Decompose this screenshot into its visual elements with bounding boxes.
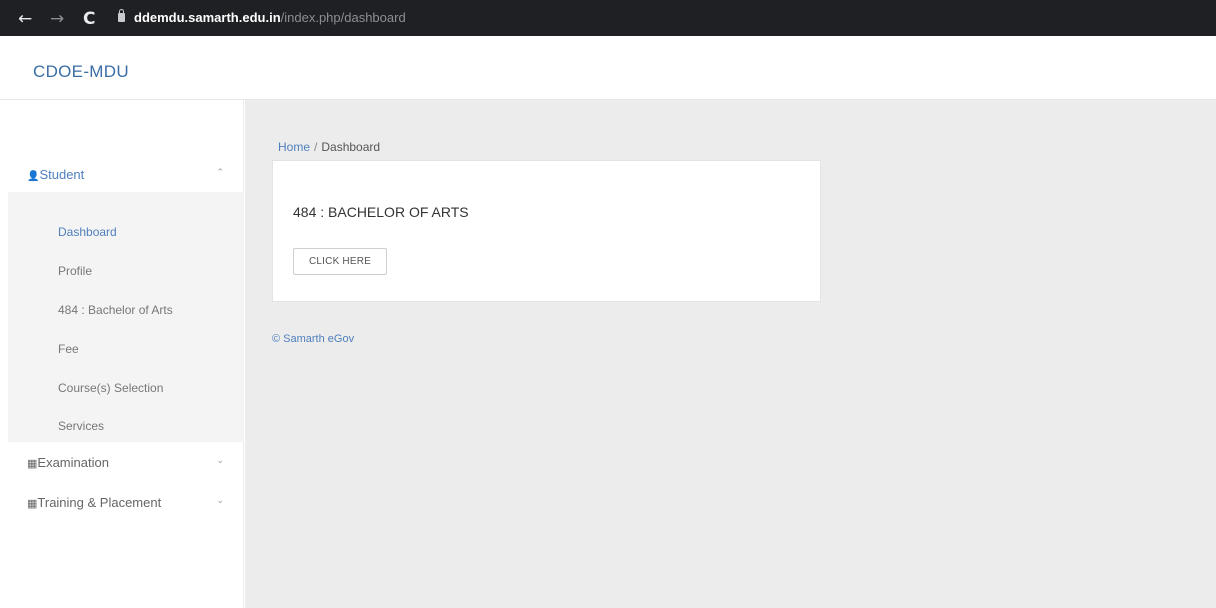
app-header: CDOE-MDU	[0, 36, 1216, 100]
back-arrow-icon[interactable]: ←	[18, 9, 32, 29]
brand-logo-text[interactable]: CDOE-MDU	[33, 62, 129, 82]
grid-icon: ▦	[27, 498, 38, 510]
sidebar-menu-training-label: Training & Placement	[37, 495, 162, 510]
student-submenu: Dashboard Profile 484 : Bachelor of Arts…	[8, 192, 244, 442]
sidebar-menu-training-placement[interactable]: ▦Training & Placement ⌄	[8, 486, 244, 520]
breadcrumb: Home / Dashboard	[278, 140, 380, 154]
lock-icon[interactable]	[118, 9, 125, 22]
forward-arrow-icon[interactable]: →	[50, 9, 64, 29]
sidebar-item-bachelor-of-arts[interactable]: 484 : Bachelor of Arts	[58, 303, 173, 317]
sidebar-item-fee[interactable]: Fee	[58, 342, 79, 356]
address-bar[interactable]: ddemdu.samarth.edu.in/index.php/dashboar…	[134, 10, 406, 25]
chevron-down-icon[interactable]: ⌄	[216, 456, 224, 466]
sidebar-item-services[interactable]: Services	[58, 419, 104, 433]
breadcrumb-separator: /	[314, 140, 318, 154]
footer-link[interactable]: © Samarth eGov	[272, 333, 354, 345]
sidebar-menu-examination-label: Examination	[37, 455, 109, 470]
program-card: 484 : BACHELOR OF ARTS CLICK HERE	[272, 160, 821, 302]
breadcrumb-current: Dashboard	[321, 140, 381, 154]
click-here-button[interactable]: CLICK HERE	[293, 248, 387, 275]
url-path: /index.php/dashboard	[280, 10, 406, 25]
sidebar-item-profile[interactable]: Profile	[58, 264, 92, 278]
chevron-up-icon[interactable]: ⌃	[216, 168, 224, 178]
chevron-down-icon[interactable]: ⌄	[216, 496, 224, 506]
url-host: ddemdu.samarth.edu.in	[134, 10, 281, 25]
program-title: 484 : BACHELOR OF ARTS	[293, 204, 469, 220]
sidebar-menu-examination[interactable]: ▦Examination ⌄	[8, 446, 244, 480]
sidebar: 👤Student ⌃ Dashboard Profile 484 : Bache…	[8, 100, 244, 608]
reload-icon[interactable]: C	[83, 9, 95, 29]
user-icon: 👤	[27, 171, 40, 182]
grid-icon: ▦	[27, 458, 38, 470]
breadcrumb-home-link[interactable]: Home	[278, 140, 310, 154]
browser-toolbar: ← → C ddemdu.samarth.edu.in/index.php/da…	[0, 0, 1216, 36]
sidebar-menu-student[interactable]: 👤Student ⌃	[8, 158, 244, 192]
sidebar-menu-student-label: Student	[39, 167, 85, 182]
sidebar-item-dashboard[interactable]: Dashboard	[58, 225, 117, 239]
sidebar-item-course-selection[interactable]: Course(s) Selection	[58, 381, 163, 395]
main-content: Home / Dashboard 484 : BACHELOR OF ARTS CL…	[245, 100, 1216, 608]
